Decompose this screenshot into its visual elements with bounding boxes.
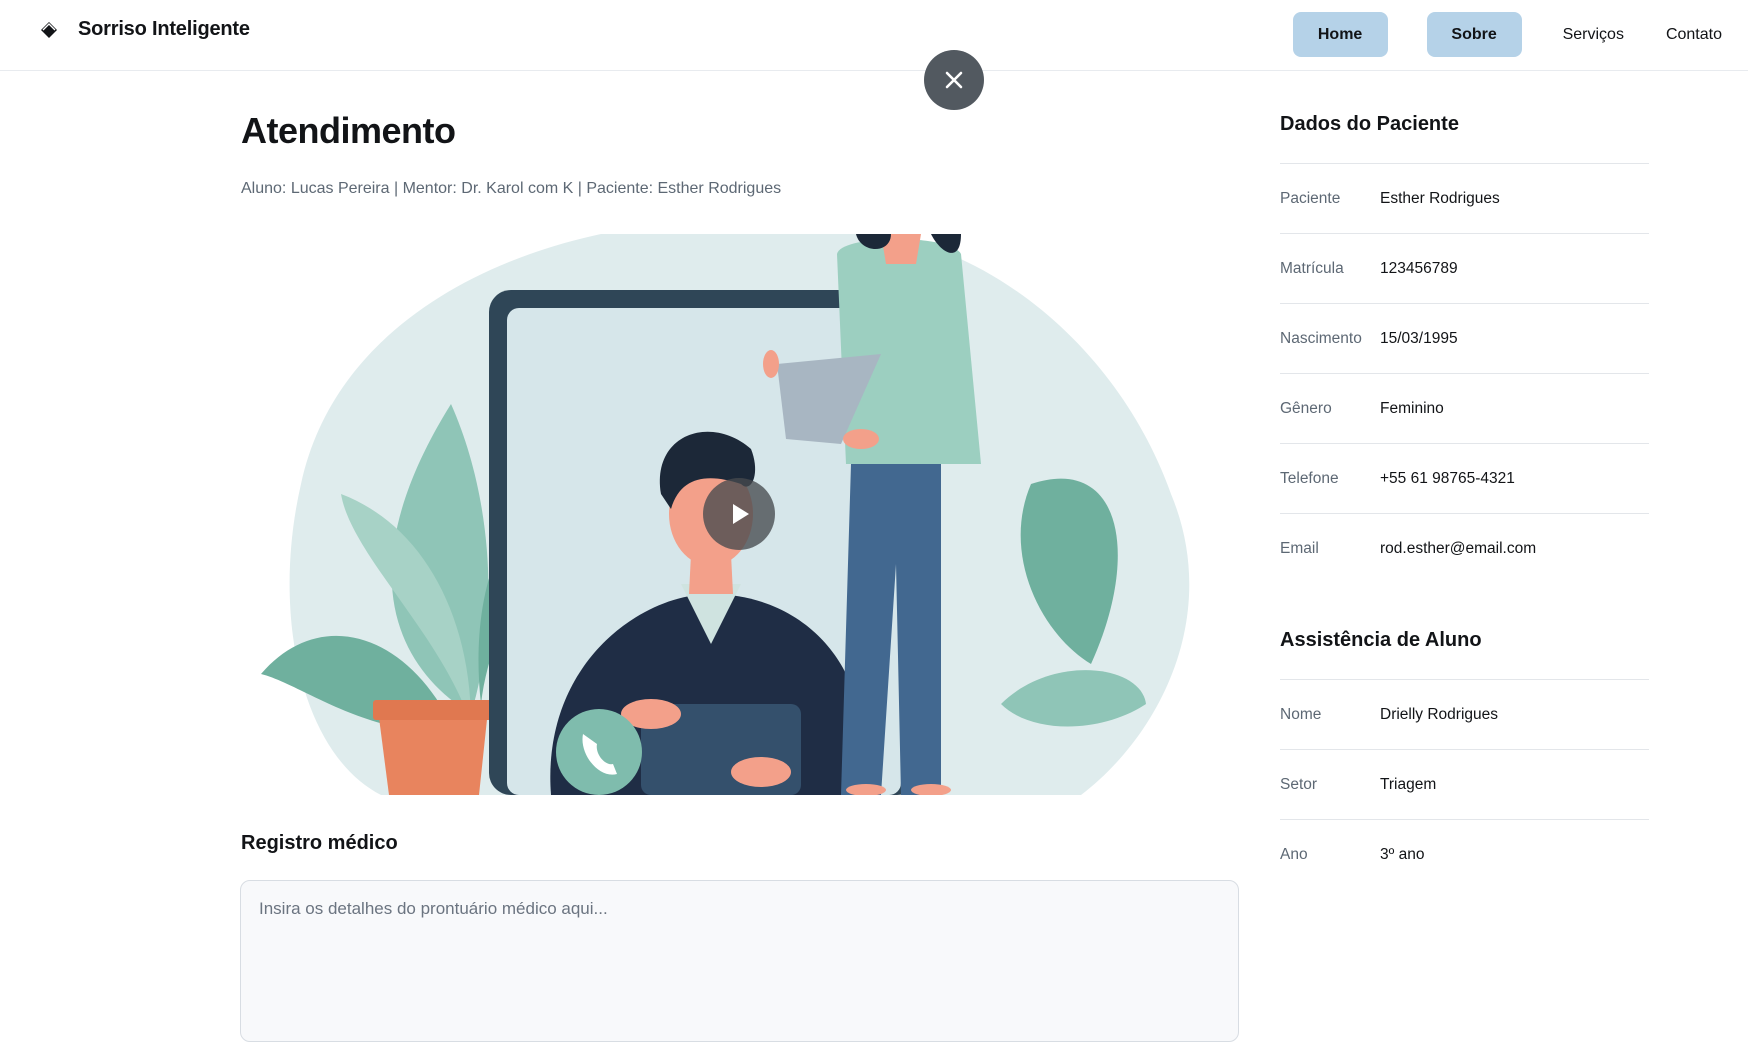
field-label: Matrícula	[1280, 259, 1344, 277]
record-section-title: Registro médico	[241, 832, 398, 854]
field-label: Email	[1280, 540, 1319, 557]
field-value: 123456789	[1380, 259, 1458, 277]
nav-servicos-link[interactable]: Serviços	[1563, 26, 1624, 44]
assistant-field-sector: Setor Triagem	[1280, 750, 1649, 820]
page-title: Atendimento	[241, 110, 456, 151]
nav-home-button[interactable]: Home	[1292, 12, 1388, 57]
field-value: +55 61 98765-4321	[1380, 469, 1515, 487]
patient-field-registration: Matrícula 123456789	[1280, 234, 1649, 304]
field-label: Telefone	[1280, 469, 1339, 487]
patient-field-birthdate: Nascimento 15/03/1995	[1280, 304, 1649, 374]
field-value: rod.esther@email.com	[1380, 540, 1537, 557]
assistant-field-name: Nome Drielly Rodrigues	[1280, 680, 1649, 750]
field-value: 3º ano	[1380, 846, 1425, 863]
play-button[interactable]	[703, 478, 775, 550]
field-label: Gênero	[1280, 399, 1332, 417]
patient-field-phone: Telefone +55 61 98765-4321	[1280, 444, 1649, 514]
logo-icon	[38, 19, 60, 41]
field-label: Setor	[1280, 775, 1318, 793]
patient-field-name: Paciente Esther Rodrigues	[1280, 164, 1649, 234]
field-value: Triagem	[1380, 775, 1437, 793]
field-value: Esther Rodrigues	[1380, 189, 1500, 207]
top-navbar: Sorriso Inteligente Home Sobre Serviços …	[0, 0, 1748, 71]
patient-field-email: Email rod.esther@email.com	[1280, 514, 1649, 584]
patient-field-gender: Gênero Feminino	[1280, 374, 1649, 444]
field-value: Drielly Rodrigues	[1380, 705, 1499, 723]
brand-name: Sorriso Inteligente	[78, 18, 250, 40]
field-label: Ano	[1280, 846, 1308, 863]
main-nav: Home Sobre Serviços Contato	[1292, 12, 1722, 57]
field-label: Nome	[1280, 705, 1322, 723]
field-value: Feminino	[1380, 399, 1444, 417]
patient-sidebar: Dados do Paciente Paciente Esther Rodrig…	[1280, 100, 1649, 890]
play-icon	[733, 504, 749, 524]
close-icon	[945, 71, 963, 89]
assistant-section-title: Assistência de Aluno	[1280, 616, 1649, 680]
nav-sobre-button[interactable]: Sobre	[1426, 12, 1522, 57]
close-button[interactable]	[924, 50, 984, 110]
field-label: Nascimento	[1280, 329, 1362, 347]
medical-record-input[interactable]	[240, 880, 1239, 1042]
patient-section-title: Dados do Paciente	[1280, 100, 1649, 164]
brand[interactable]: Sorriso Inteligente	[38, 18, 250, 41]
field-label: Paciente	[1280, 189, 1341, 207]
consultation-video[interactable]	[241, 234, 1239, 795]
nav-contato-link[interactable]: Contato	[1666, 26, 1722, 44]
field-value: 15/03/1995	[1380, 329, 1458, 347]
session-subtitle: Aluno: Lucas Pereira | Mentor: Dr. Karol…	[241, 180, 782, 197]
assistant-field-year: Ano 3º ano	[1280, 820, 1649, 890]
